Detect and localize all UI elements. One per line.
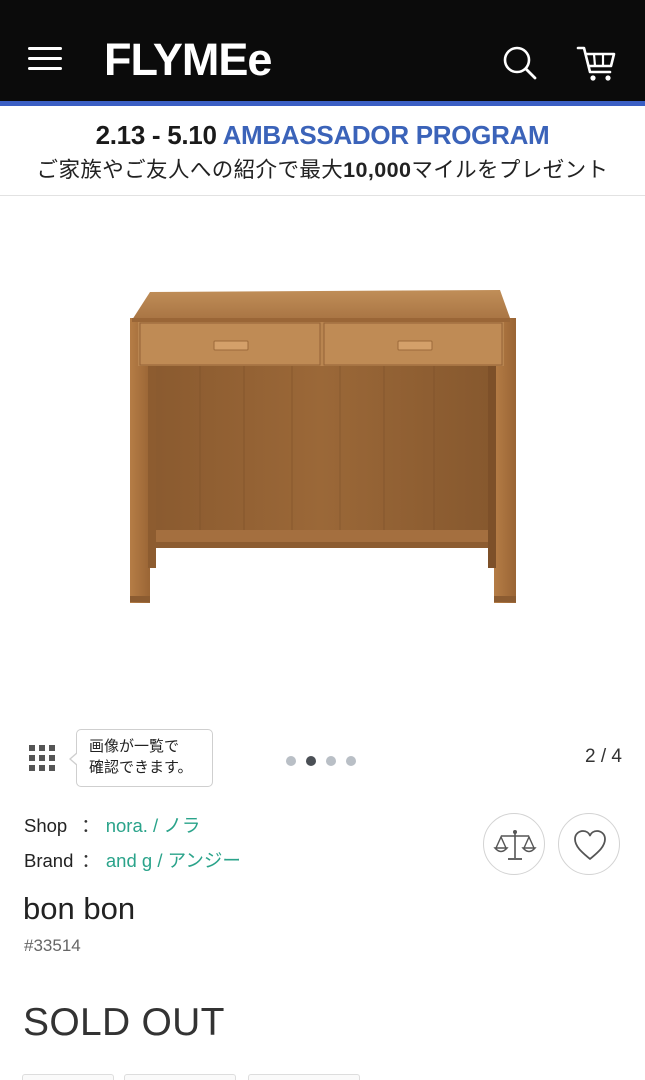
bottom-tab-2[interactable] — [124, 1074, 236, 1080]
hamburger-menu-icon[interactable] — [28, 44, 64, 72]
carousel-dot-3[interactable] — [326, 756, 336, 766]
carousel-dot-1[interactable] — [286, 756, 296, 766]
site-logo[interactable]: FLYMEe — [104, 36, 272, 84]
promo-banner[interactable]: 2.13 - 5.10 AMBASSADOR PROGRAM ご家族やご友人への… — [0, 106, 645, 196]
sold-out-status: SOLD OUT — [23, 1001, 225, 1044]
tooltip-line-2: 確認できます。 — [89, 759, 193, 776]
favorite-button[interactable] — [558, 813, 620, 875]
heart-icon — [574, 830, 606, 860]
bottom-tab-3[interactable] — [248, 1074, 360, 1080]
product-title: bon bon — [23, 891, 136, 926]
banner-headline: 2.13 - 5.10 AMBASSADOR PROGRAM — [0, 120, 645, 150]
cart-icon[interactable] — [574, 42, 620, 84]
banner-subtitle-pre: ご家族やご友人への紹介で最大 — [36, 158, 344, 182]
brand-label: Brand — [24, 850, 74, 871]
brand-separator: ： — [81, 850, 100, 871]
search-icon[interactable] — [500, 44, 540, 84]
shop-label: Shop — [24, 815, 68, 836]
carousel-dot-4[interactable] — [346, 756, 356, 766]
banner-subtitle-post: マイルをプレゼント — [411, 158, 609, 182]
product-id: #33514 — [24, 936, 81, 955]
scale-compare-icon — [493, 830, 537, 860]
grid-icon[interactable] — [28, 744, 58, 774]
carousel-dots — [286, 756, 356, 768]
banner-subtitle-miles: 10,000 — [343, 158, 412, 182]
gallery-tooltip: 画像が一覧で 確認できます。 — [69, 729, 213, 787]
shop-link[interactable]: nora. / ノラ — [106, 815, 201, 836]
bottom-tab-1[interactable] — [22, 1074, 114, 1080]
shop-separator: ： — [81, 815, 100, 836]
shop-row: Shop ： nora. / ノラ — [24, 814, 200, 838]
desk-illustration — [130, 290, 516, 603]
product-image[interactable] — [112, 270, 532, 620]
banner-dates: 2.13 - 5.10 — [95, 120, 217, 150]
brand-row: Brand ： and g / アンジー — [24, 849, 241, 873]
banner-subtitle: ご家族やご友人への紹介で最大10,000マイルをプレゼント — [0, 156, 645, 184]
image-counter: 2 / 4 — [585, 746, 622, 767]
top-bar: FLYMEe — [0, 0, 645, 101]
carousel-dot-2[interactable] — [306, 756, 316, 766]
compare-button[interactable] — [483, 813, 545, 875]
brand-link[interactable]: and g / アンジー — [106, 850, 241, 871]
banner-program-name: AMBASSADOR PROGRAM — [222, 120, 550, 150]
tooltip-line-1: 画像が一覧で — [89, 738, 180, 755]
